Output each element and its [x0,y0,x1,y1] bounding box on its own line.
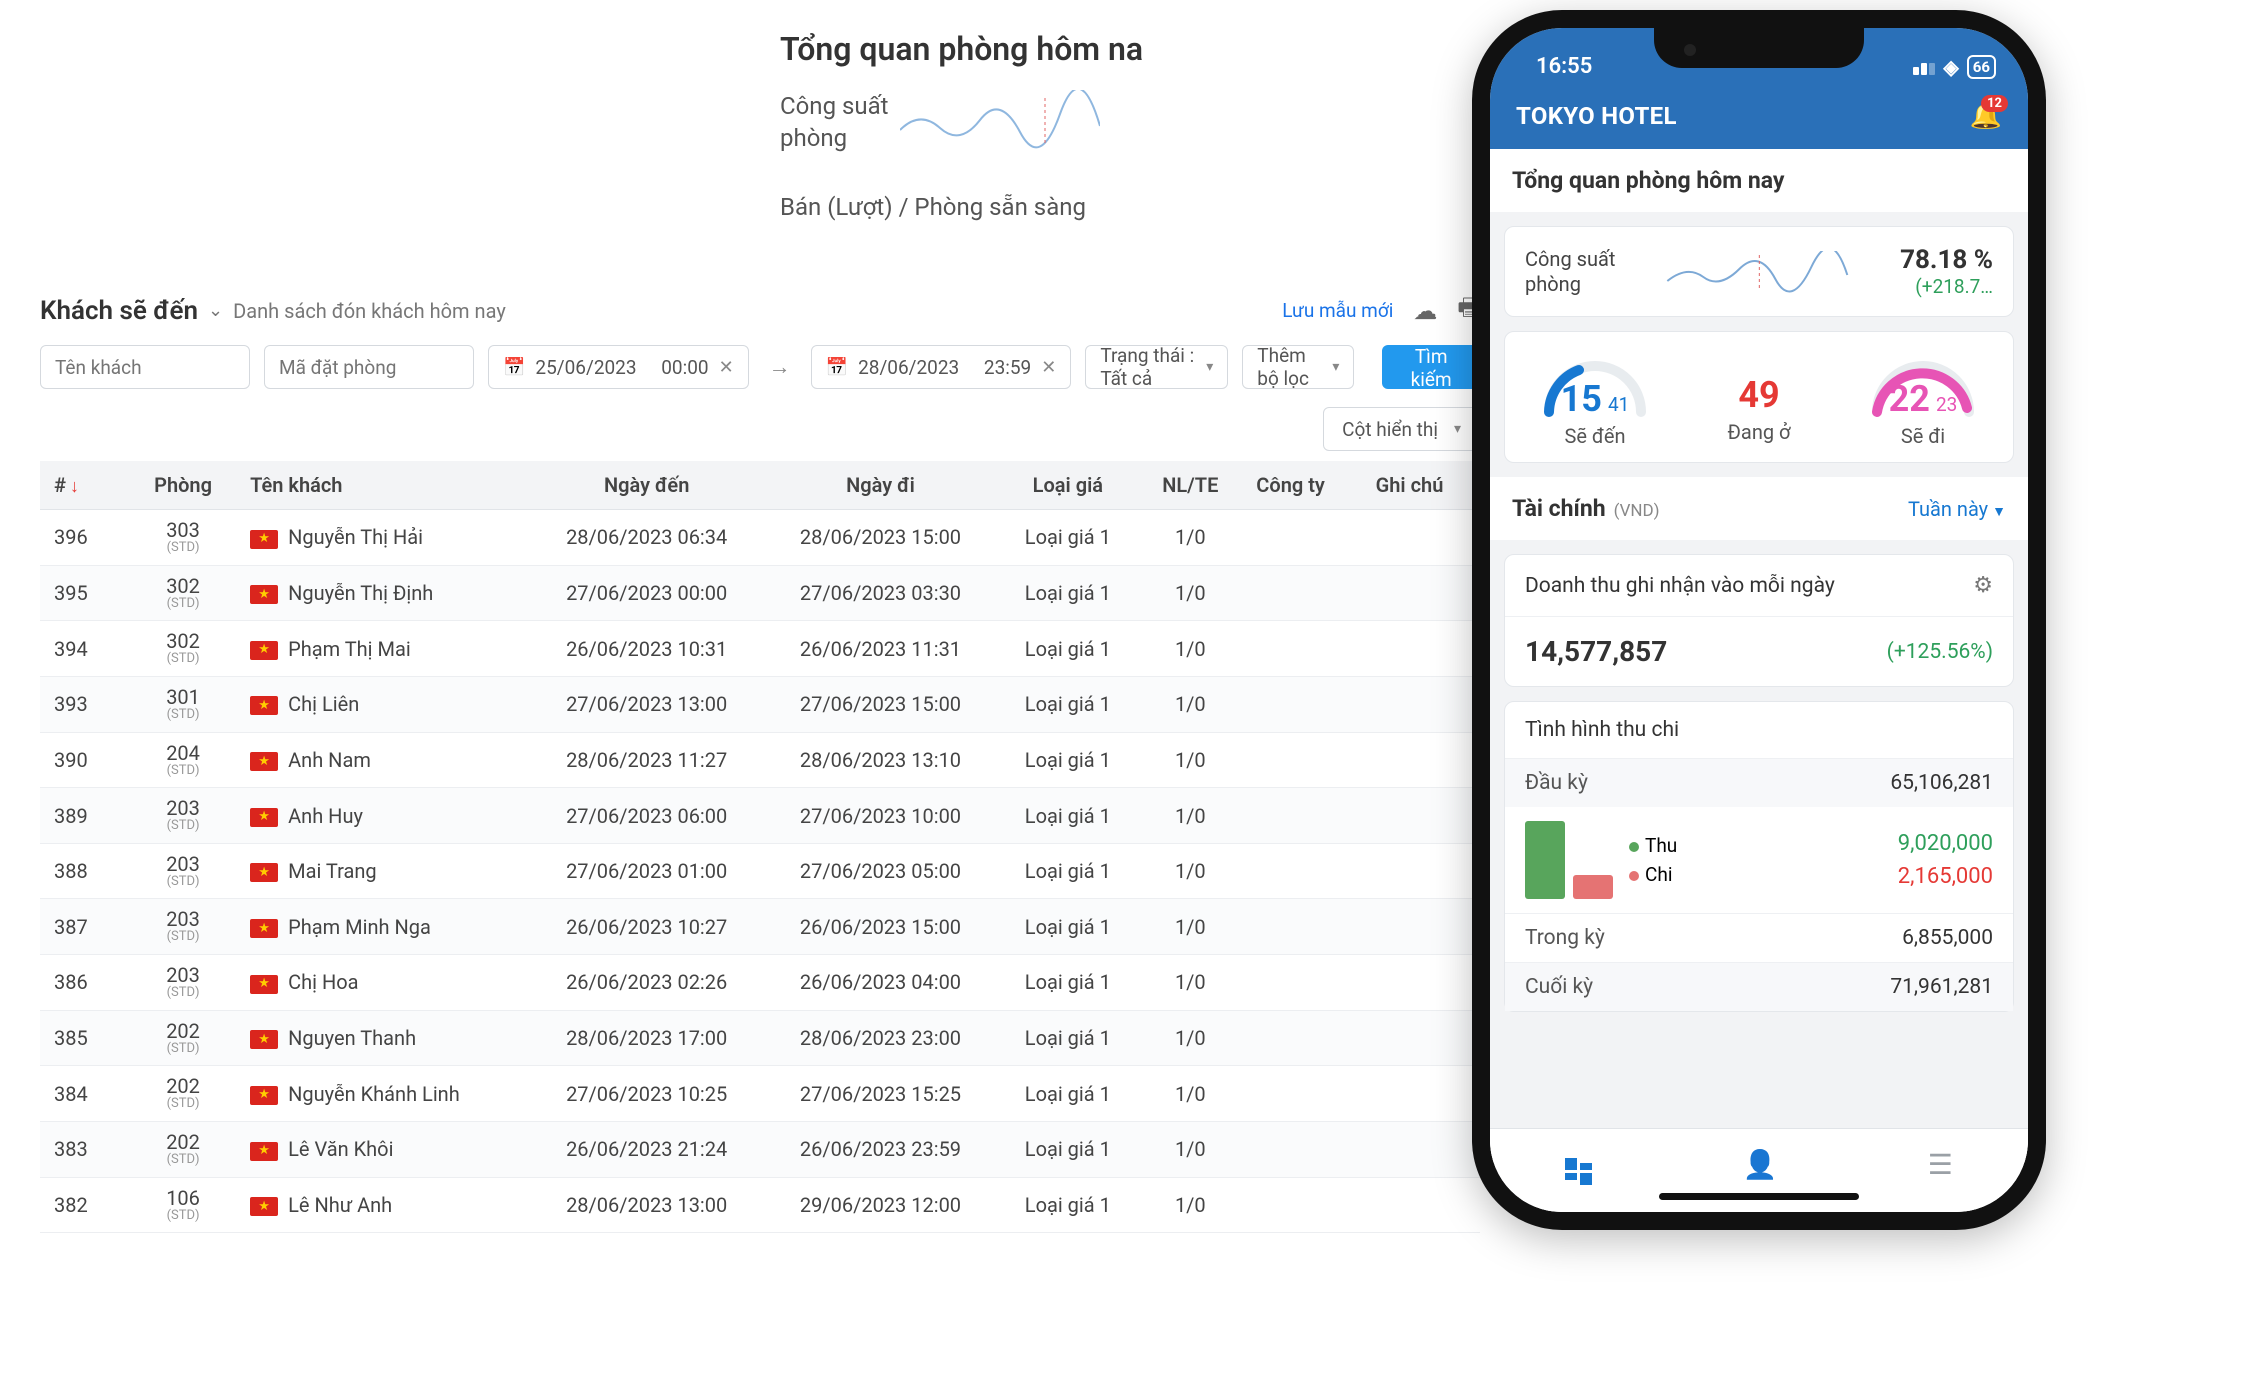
gauge-departures[interactable]: 2223 Sẽ đi [1848,350,1998,448]
flag-vn-icon [250,975,278,994]
flag-vn-icon [250,1030,278,1049]
arrivals-table: #↓ Phòng Tên khách Ngày đến Ngày đi Loại… [40,461,1480,1233]
wifi-icon: ◈ [1943,55,1958,79]
flag-vn-icon [250,808,278,827]
search-button[interactable]: Tìm kiếm [1382,345,1480,389]
home-indicator [1659,1193,1859,1200]
col-index[interactable]: #↓ [40,461,130,510]
col-arrive[interactable]: Ngày đến [530,461,764,510]
capacity-card[interactable]: Công suấtphòng 78.18 % (+218.7… [1504,226,2014,317]
table-row[interactable]: 384202(STD)Nguyễn Khánh Linh27/06/2023 1… [40,1066,1480,1122]
gauges-card: 1541 Sẽ đến 49 Đang ở 2223 Sẽ đi [1504,331,2014,463]
revenue-delta: (+125.56%) [1887,640,1993,664]
list-subtitle: Danh sách đón khách hôm nay [233,299,506,323]
tab-guests[interactable]: 👤 [1742,1148,1777,1181]
tab-menu[interactable]: ☰ [1928,1148,1953,1181]
list-title[interactable]: Khách sẽ đến [40,296,198,326]
column-visibility-select[interactable]: Cột hiển thị▾ [1323,407,1480,451]
mobile-overview-title: Tổng quan phòng hôm nay [1490,149,2028,212]
table-row[interactable]: 388203(STD)Mai Trang27/06/2023 01:0027/0… [40,843,1480,899]
table-row[interactable]: 396303(STD)Nguyễn Thị Hải28/06/2023 06:3… [40,510,1480,566]
col-adch[interactable]: NL/TE [1138,461,1242,510]
overview-title: Tổng quan phòng hôm na [780,30,1143,68]
guest-name-input[interactable] [40,345,250,389]
flag-vn-icon [250,1086,278,1105]
tab-dashboard[interactable] [1565,1144,1592,1185]
arrivals-list-section: Khách sẽ đến ⌄ Danh sách đón khách hôm n… [40,290,1480,1233]
calendar-icon: 📅 [503,357,525,378]
flag-vn-icon [250,863,278,882]
flag-vn-icon [250,696,278,715]
notifications-bell-icon[interactable]: 🔔12 [1970,101,2002,131]
ready-rooms-label: Bán (Lượt) / Phòng sẵn sàng [780,193,1086,221]
flag-vn-icon [250,752,278,771]
sort-desc-icon: ↓ [70,476,79,497]
revenue-card[interactable]: Doanh thu ghi nhận vào mỗi ngày ⚙ 14,577… [1504,554,2014,687]
col-company[interactable]: Công ty [1242,461,1361,510]
gauge-staying[interactable]: 49 Đang ở [1684,350,1834,448]
col-rate[interactable]: Loại giá [997,461,1138,510]
table-row[interactable]: 394302(STD)Phạm Thị Mai26/06/2023 10:312… [40,621,1480,677]
col-room[interactable]: Phòng [130,461,236,510]
table-row[interactable]: 386203(STD)Chị Hoa26/06/2023 02:2626/06/… [40,955,1480,1011]
phone-mockup: 16:55 ◈ 66 TOKYO HOTEL 🔔12 Tổng quan phò… [1472,10,2046,1230]
flag-vn-icon [250,585,278,604]
capacity-percent: 78.18 % [1900,245,1993,275]
table-row[interactable]: 395302(STD)Nguyễn Thị Định27/06/2023 00:… [40,565,1480,621]
flag-vn-icon [250,1197,278,1216]
revenue-amount: 14,577,857 [1525,635,1667,668]
flag-vn-icon [250,641,278,660]
clear-from-icon[interactable]: ✕ [719,357,734,378]
clear-to-icon[interactable]: ✕ [1041,357,1056,378]
col-guest[interactable]: Tên khách [236,461,530,510]
chevron-down-icon[interactable]: ⌄ [208,300,223,321]
table-row[interactable]: 387203(STD)Phạm Minh Nga26/06/2023 10:27… [40,899,1480,955]
table-row[interactable]: 389203(STD)Anh Huy27/06/2023 06:0027/06/… [40,788,1480,844]
table-row[interactable]: 385202(STD)Nguyen Thanh28/06/2023 17:002… [40,1010,1480,1066]
calendar-icon: 📅 [826,357,848,378]
signal-icon [1913,59,1935,75]
finance-header: Tài chính(VND) Tuần này▼ [1490,477,2028,540]
gear-icon[interactable]: ⚙ [1973,573,1993,598]
table-row[interactable]: 383202(STD)Lê Văn Khôi26/06/2023 21:2426… [40,1122,1480,1178]
status-filter[interactable]: Trạng thái : Tất cả▾ [1085,345,1228,389]
date-to-picker[interactable]: 📅 28/06/2023 23:59 ✕ [811,345,1072,389]
col-depart[interactable]: Ngày đi [764,461,998,510]
phone-notch [1654,28,1864,68]
table-row[interactable]: 390204(STD)Anh Nam28/06/2023 11:2728/06/… [40,732,1480,788]
capacity-sparkline [900,90,1100,150]
phone-clock: 16:55 [1536,54,1592,79]
battery-icon: 66 [1967,55,1996,79]
capacity-delta: (+218.7… [1900,275,1993,298]
cloud-download-icon[interactable]: ☁ [1413,297,1437,325]
save-template-link[interactable]: Lưu mẫu mới [1282,299,1393,322]
notif-badge: 12 [1981,95,2008,112]
capacity-label: Công suất phòng [780,90,889,155]
table-row[interactable]: 393301(STD)Chị Liên27/06/2023 13:0027/06… [40,676,1480,732]
hotel-name: TOKYO HOTEL [1516,102,1677,130]
table-row[interactable]: 382106(STD)Lê Như Anh28/06/2023 13:0029/… [40,1177,1480,1233]
date-from-picker[interactable]: 📅 25/06/2023 00:00 ✕ [488,345,749,389]
finance-period-selector[interactable]: Tuần này▼ [1908,497,2006,521]
flag-vn-icon [250,1142,278,1161]
col-note[interactable]: Ghi chú [1362,461,1480,510]
dashboard-icon [1565,1158,1592,1185]
capacity-sparkline-mobile [1627,251,1888,293]
booking-code-input[interactable] [264,345,474,389]
add-filter-dropdown[interactable]: Thêm bộ lọc▾ [1242,345,1354,389]
gauge-arrivals[interactable]: 1541 Sẽ đến [1520,350,1670,448]
arrow-right-icon: → [763,354,797,380]
cashflow-card[interactable]: Tình hình thu chi Đầu kỳ65,106,281 Thu C… [1504,701,2014,1012]
flag-vn-icon [250,530,278,549]
cashflow-bar-chart [1525,821,1613,899]
flag-vn-icon [250,919,278,938]
